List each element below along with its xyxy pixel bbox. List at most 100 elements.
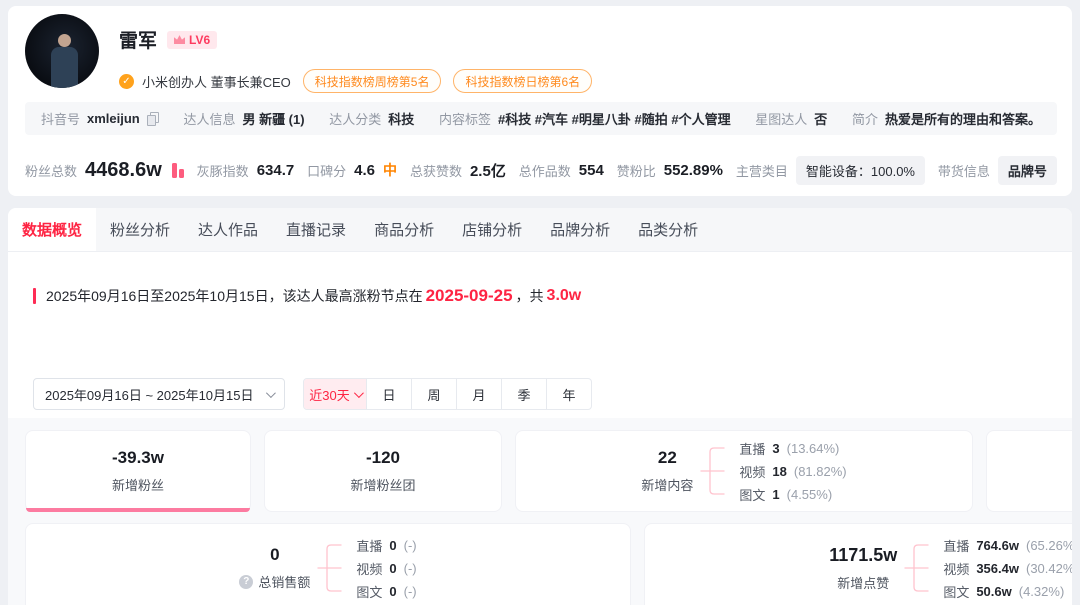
breakdown-pct: (65.26%) [1026, 538, 1072, 553]
metric-cards-row-2: 0 ? 总销售额 直播 0 [25, 523, 1072, 605]
tab-brand-analysis[interactable]: 品牌分析 [536, 208, 624, 251]
info-talent-info: 达人信息 男 新疆 (1) [183, 109, 304, 128]
tab-talent-works[interactable]: 达人作品 [184, 208, 272, 251]
info-talent-label: 达人信息 [183, 109, 235, 128]
metric-card-new-fan-club[interactable]: -120 新增粉丝团 [264, 430, 502, 512]
peak-insight-line: 2025年09月16日至2025年10月15日，该达人最高涨粉节点在 2025-… [33, 286, 581, 306]
breakdown-value: 3 [772, 441, 779, 456]
tab-category-analysis[interactable]: 品类分析 [624, 208, 712, 251]
tab-product-analysis[interactable]: 商品分析 [360, 208, 448, 251]
tab-fans-analysis[interactable]: 粉丝分析 [96, 208, 184, 251]
segment-last-30-days-label: 近30天 [309, 385, 349, 404]
profile-card: 雷军 LV6 ✓ 小米创办人 董事长兼CEO 科技指数榜周榜第5名 科技指数榜日… [8, 6, 1072, 196]
new-content-label: 新增内容 [641, 475, 693, 494]
new-fan-club-value: -120 [350, 448, 415, 468]
stat-fans-label: 粉丝总数 [25, 161, 77, 180]
stat-ratio-value: 552.89% [664, 162, 723, 179]
tab-shop-analysis[interactable]: 店铺分析 [448, 208, 536, 251]
new-content-breakdown: 直播 3 (13.64%) 视频 18 (81.82%) 图文 [739, 438, 846, 504]
breakdown-name: 视频 [356, 559, 382, 578]
info-starmap-value: 否 [814, 109, 827, 128]
breakdown-name: 直播 [356, 536, 382, 555]
profile-stats-row: 粉丝总数 4468.6w 灰豚指数 634.7 口碑分 4.6 中 总获赞数 2… [25, 152, 1057, 188]
rank-badge-weekly[interactable]: 科技指数榜周榜第5名 [303, 69, 442, 93]
metric-card-new-content[interactable]: 22 新增内容 直播 3 (13.64%) [515, 430, 973, 512]
segment-month[interactable]: 月 [456, 379, 501, 409]
info-douyin-label: 抖音号 [41, 109, 80, 128]
breakdown-value: 0 [389, 561, 396, 576]
segment-quarter[interactable]: 季 [501, 379, 546, 409]
date-range-picker[interactable]: 2025年09月16日 ~ 2025年10月15日 [33, 378, 285, 410]
tab-live-records[interactable]: 直播记录 [272, 208, 360, 251]
breakdown-row-live: 直播 3 (13.64%) [739, 438, 846, 458]
metric-card-new-fans[interactable]: -39.3w 新增粉丝 [25, 430, 251, 512]
insight-text-before: 2025年09月16日至2025年10月15日，该达人最高涨粉节点在 [46, 286, 423, 306]
breakdown-bracket [316, 536, 350, 600]
avatar[interactable] [25, 14, 99, 88]
breakdown-name: 直播 [943, 536, 969, 555]
period-segmented-control: 近30天 日 周 月 季 年 [303, 378, 592, 410]
new-likes-breakdown: 直播 764.6w (65.26%) 视频 356.4w (30.42%) 图文 [943, 535, 1072, 601]
metric-card-total-sales[interactable]: 0 ? 总销售额 直播 0 [25, 523, 631, 605]
total-sales-breakdown: 直播 0 (-) 视频 0 (-) 图文 0 [356, 535, 416, 601]
stat-score-label: 口碑分 [307, 161, 346, 180]
info-tags-value: #科技 #汽车 #明星八卦 #随拍 #个人管理 [498, 109, 731, 128]
date-filter-row: 2025年09月16日 ~ 2025年10月15日 近30天 日 周 月 季 年 [33, 378, 592, 410]
breakdown-pct: (13.64%) [787, 441, 840, 456]
info-bio-value: 热爱是所有的理由和答案。 [885, 109, 1041, 128]
chevron-down-icon [266, 388, 276, 398]
breakdown-pct: (81.82%) [794, 464, 847, 479]
new-fans-value: -39.3w [112, 448, 164, 468]
stat-works-value: 554 [579, 162, 604, 179]
info-starmap: 星图达人 否 [755, 109, 827, 128]
breakdown-value: 1 [772, 487, 779, 502]
breakdown-value: 356.4w [976, 561, 1019, 576]
info-bio-label: 简介 [852, 109, 878, 128]
breakdown-row-video: 视频 0 (-) [356, 558, 416, 578]
breakdown-row-live: 直播 764.6w (65.26%) [943, 535, 1072, 555]
total-sales-label: 总销售额 [258, 572, 310, 591]
breakdown-name: 视频 [943, 559, 969, 578]
stat-main-category: 主营类目 智能设备：100.0% [736, 156, 925, 185]
rank-badge-daily[interactable]: 科技指数榜日榜第6名 [453, 69, 592, 93]
verify-row: ✓ 小米创办人 董事长兼CEO 科技指数榜周榜第5名 科技指数榜日榜第6名 [119, 69, 592, 93]
segment-week[interactable]: 周 [411, 379, 456, 409]
new-likes-value: 1171.5w [829, 545, 897, 566]
tab-data-overview[interactable]: 数据概览 [8, 208, 96, 251]
copy-icon[interactable] [147, 112, 159, 125]
fans-chart-icon[interactable] [172, 163, 184, 178]
segment-last-30-days[interactable]: 近30天 [304, 379, 366, 409]
metric-cards-section: -39.3w 新增粉丝 -120 新增粉丝团 22 新增内容 [8, 418, 1072, 605]
breakdown-name: 图文 [739, 485, 765, 504]
breakdown-name: 图文 [356, 582, 382, 601]
info-category-label: 达人分类 [329, 109, 381, 128]
name-row: 雷军 LV6 [119, 26, 592, 53]
metric-card-new-likes[interactable]: 1171.5w 新增点赞 直播 764.6w (65.26%) [644, 523, 1072, 605]
breakdown-row-video: 视频 356.4w (30.42%) [943, 558, 1072, 578]
help-icon[interactable]: ? [239, 575, 253, 589]
breakdown-row-video: 视频 18 (81.82%) [739, 461, 846, 481]
tabbar: 数据概览 粉丝分析 达人作品 直播记录 商品分析 店铺分析 品牌分析 品类分析 [8, 208, 1072, 252]
segment-day[interactable]: 日 [366, 379, 411, 409]
breakdown-row-image-text: 图文 1 (4.55%) [739, 484, 846, 504]
new-likes-label: 新增点赞 [829, 573, 897, 592]
breakdown-value: 50.6w [976, 584, 1011, 599]
stat-reputation-score: 口碑分 4.6 中 [307, 160, 397, 180]
breakdown-value: 0 [389, 584, 396, 599]
info-content-tags: 内容标签 #科技 #汽车 #明星八卦 #随拍 #个人管理 [439, 109, 731, 128]
stat-index-label: 灰豚指数 [197, 161, 249, 180]
stat-huitun-index: 灰豚指数 634.7 [197, 161, 295, 180]
main-category-pill: 智能设备：100.0% [796, 156, 925, 185]
insight-accent-bar [33, 288, 36, 304]
metric-card-cutoff[interactable] [986, 430, 1072, 512]
stat-total-fans: 粉丝总数 4468.6w [25, 159, 184, 182]
stat-fans-value: 4468.6w [85, 159, 162, 182]
new-fan-club-label: 新增粉丝团 [350, 475, 415, 494]
verified-title: 小米创办人 董事长兼CEO [142, 72, 291, 91]
insight-peak-value: 3.0w [547, 287, 582, 305]
info-category-value: 科技 [388, 109, 414, 128]
stat-total-works: 总作品数 554 [519, 161, 604, 180]
segment-year[interactable]: 年 [546, 379, 591, 409]
crown-icon [174, 35, 185, 44]
commerce-pill: 品牌号 [998, 156, 1057, 185]
